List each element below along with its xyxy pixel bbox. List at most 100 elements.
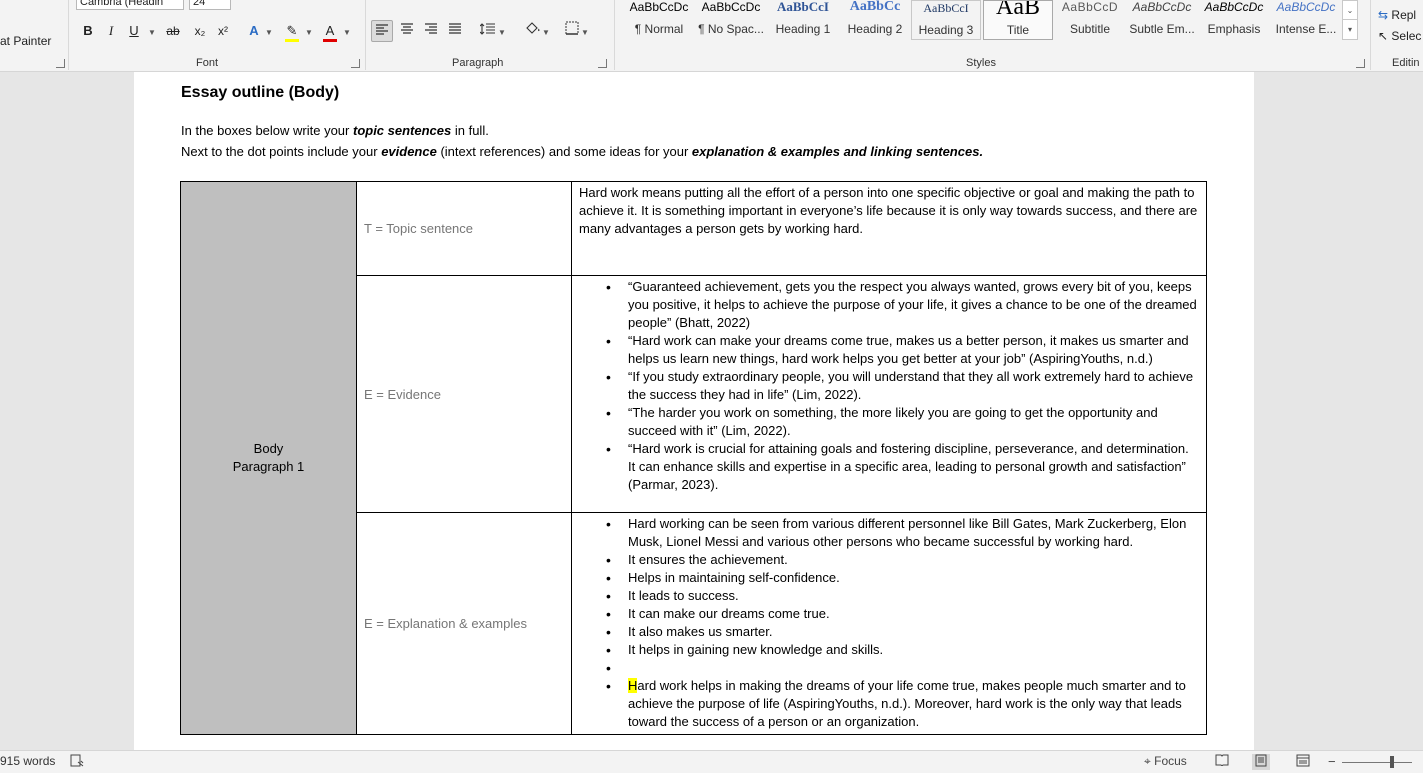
align-right-icon xyxy=(425,23,437,34)
font-color-icon: A xyxy=(325,23,335,38)
line-spacing-icon xyxy=(479,23,496,35)
strikethrough-button[interactable]: ab xyxy=(163,20,183,42)
paragraph-group-label: Paragraph xyxy=(452,57,504,69)
font-name-box[interactable]: Cambria (Headin xyxy=(76,0,184,10)
paragraph-launcher-icon[interactable] xyxy=(598,59,607,68)
format-painter-button[interactable]: at Painter xyxy=(0,30,51,52)
replace-button[interactable]: ⇆ Repl xyxy=(1378,4,1416,26)
style-subtle-emphasis[interactable]: AaBbCcDc Subtle Em... xyxy=(1127,0,1197,40)
list-item: “If you study extraordinary people, you … xyxy=(606,368,1199,404)
bold-button[interactable]: B xyxy=(80,20,96,42)
evidence-content-cell[interactable]: “Guaranteed achievement, gets you the re… xyxy=(571,275,1207,513)
evidence-label-cell[interactable]: E = Evidence xyxy=(356,275,572,513)
highlight-dropdown-icon[interactable]: ▼ xyxy=(303,20,313,42)
style-heading-2[interactable]: AaBbCc Heading 2 xyxy=(840,0,910,40)
chevron-down-icon[interactable]: ⌄ xyxy=(1343,1,1357,20)
list-item: Hard work helps in making the dreams of … xyxy=(606,677,1199,731)
list-item xyxy=(606,659,1199,677)
topic-label: T = Topic sentence xyxy=(364,221,474,236)
highlighted-letter: H xyxy=(628,678,638,693)
divider xyxy=(68,0,69,70)
align-left-icon xyxy=(376,24,388,35)
style-title[interactable]: AaB Title xyxy=(983,0,1053,40)
explanation-list: Hard working can be seen from various di… xyxy=(572,513,1206,731)
explanation-label-cell[interactable]: E = Explanation & examples xyxy=(356,512,572,735)
font-color-button[interactable]: A xyxy=(320,20,340,42)
align-right-button[interactable] xyxy=(420,20,442,42)
list-item: It can make our dreams come true. xyxy=(606,605,1199,623)
list-item: It helps in gaining new knowledge and sk… xyxy=(606,641,1199,659)
evidence-list: “Guaranteed achievement, gets you the re… xyxy=(572,276,1206,494)
style-emphasis[interactable]: AaBbCcDc Emphasis xyxy=(1199,0,1269,40)
font-color-bar xyxy=(323,39,337,42)
list-item: It ensures the achievement. xyxy=(606,551,1199,569)
text-effects-button[interactable]: A xyxy=(244,20,264,42)
select-button[interactable]: ↖ Selec xyxy=(1378,25,1421,47)
style-intense-emphasis[interactable]: AaBbCcDc Intense E... xyxy=(1271,0,1341,40)
editing-group-label: Editin xyxy=(1392,57,1420,69)
print-layout-icon[interactable] xyxy=(1252,754,1270,770)
superscript-button[interactable]: x² xyxy=(213,20,233,42)
borders-button[interactable]: ▼ xyxy=(560,20,594,42)
gallery-more-icon[interactable]: ▾ xyxy=(1343,20,1357,39)
underline-button[interactable]: U xyxy=(126,20,142,42)
line-spacing-button[interactable]: ▼ xyxy=(476,20,510,42)
font-color-dropdown-icon[interactable]: ▼ xyxy=(341,20,351,42)
justify-button[interactable] xyxy=(444,20,466,42)
style-heading-3[interactable]: AaBbCcI Heading 3 xyxy=(911,0,981,40)
align-center-button[interactable] xyxy=(396,20,418,42)
explanation-content-cell[interactable]: Hard working can be seen from various di… xyxy=(571,512,1207,735)
instruction-line-1: In the boxes below write your topic sent… xyxy=(181,123,489,138)
font-size-box[interactable]: 24 xyxy=(189,0,231,10)
focus-icon: ⌖ xyxy=(1144,754,1151,768)
list-item: “Hard work can make your dreams come tru… xyxy=(606,332,1199,368)
clipboard-launcher-icon[interactable] xyxy=(56,59,65,68)
replace-icon: ⇆ xyxy=(1378,8,1389,22)
zoom-slider-thumb[interactable] xyxy=(1390,756,1394,768)
subscript-button[interactable]: x₂ xyxy=(190,20,210,42)
list-item: “The harder you work on something, the m… xyxy=(606,404,1199,440)
style-no-spacing[interactable]: AaBbCcDc ¶ No Spac... xyxy=(696,0,766,40)
shading-button[interactable]: ▼ xyxy=(520,20,554,42)
list-item: Hard working can be seen from various di… xyxy=(606,515,1199,551)
topic-label-cell[interactable]: T = Topic sentence xyxy=(356,181,572,276)
style-heading-1[interactable]: AaBbCcI Heading 1 xyxy=(768,0,838,40)
paint-bucket-icon xyxy=(526,22,540,34)
highlighter-icon: ✎ xyxy=(286,23,298,38)
cursor-arrow-icon: ↖ xyxy=(1378,29,1389,43)
style-normal[interactable]: AaBbCcDc ¶ Normal xyxy=(624,0,694,40)
row-header-line-1: Body xyxy=(253,441,284,456)
text-effects-dropdown-icon[interactable]: ▼ xyxy=(263,20,273,42)
align-center-icon xyxy=(401,23,413,34)
zoom-slider[interactable] xyxy=(1342,762,1412,763)
web-layout-icon[interactable] xyxy=(1296,754,1310,770)
list-item: It leads to success. xyxy=(606,587,1199,605)
list-item: It also makes us smarter. xyxy=(606,623,1199,641)
styles-group-label: Styles xyxy=(966,57,996,69)
document-heading: Essay outline (Body) xyxy=(181,84,340,101)
italic-button[interactable]: I xyxy=(103,20,119,42)
topic-content-cell[interactable]: Hard work means putting all the effort o… xyxy=(571,181,1207,276)
zoom-out-icon[interactable]: − xyxy=(1328,754,1336,769)
list-item: “Hard work is crucial for attaining goal… xyxy=(606,440,1199,494)
divider xyxy=(614,0,615,70)
word-count[interactable]: 915 words xyxy=(0,754,55,768)
read-mode-icon[interactable] xyxy=(1215,754,1229,769)
row-header-line-2: Paragraph 1 xyxy=(232,459,305,474)
style-subtitle[interactable]: AaBbCcD Subtitle xyxy=(1055,0,1125,40)
justify-icon xyxy=(449,23,461,34)
proofing-icon[interactable] xyxy=(70,754,84,770)
align-left-button[interactable] xyxy=(371,20,393,42)
font-launcher-icon[interactable] xyxy=(351,59,360,68)
styles-launcher-icon[interactable] xyxy=(1356,59,1365,68)
row-header-body-paragraph[interactable]: Body Paragraph 1 xyxy=(180,181,357,735)
status-bar: 915 words ⌖ Focus − xyxy=(0,750,1423,773)
list-item: “Guaranteed achievement, gets you the re… xyxy=(606,278,1199,332)
document-page[interactable]: Essay outline (Body) In the boxes below … xyxy=(134,72,1254,750)
focus-button[interactable]: ⌖ Focus xyxy=(1144,754,1187,769)
underline-dropdown-icon[interactable]: ▼ xyxy=(145,20,157,42)
divider xyxy=(1370,0,1371,70)
instruction-line-2: Next to the dot points include your evid… xyxy=(181,144,984,159)
styles-gallery-scroll[interactable]: ⌄ ▾ xyxy=(1342,0,1358,40)
highlight-button[interactable]: ✎ xyxy=(282,20,302,42)
